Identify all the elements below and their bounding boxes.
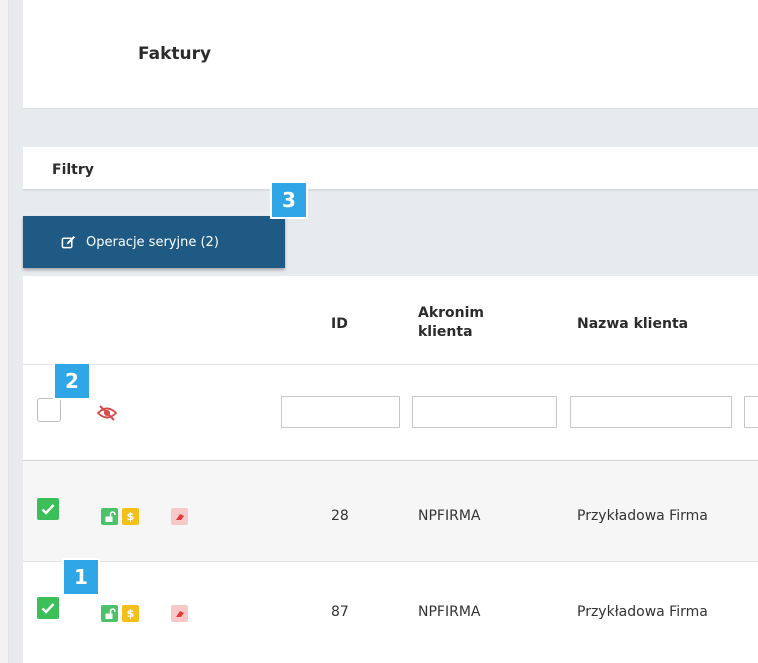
bulk-operations-label: Operacje seryjne (2) [86, 234, 219, 250]
left-rail [0, 0, 8, 663]
column-header-client-name[interactable]: Nazwa klienta [577, 315, 688, 334]
header-panel [23, 0, 758, 109]
dollar-icon[interactable]: $ [122, 508, 139, 525]
cell-acronym: NPFIRMA [418, 604, 481, 620]
eraser-icon[interactable] [171, 605, 188, 622]
eraser-icon[interactable] [171, 508, 188, 525]
cell-id: 87 [331, 604, 349, 620]
row-checkbox[interactable] [37, 498, 59, 520]
filter-input-id[interactable] [281, 396, 400, 428]
filter-input-client-name[interactable] [570, 396, 732, 428]
page-title: Faktury [138, 44, 212, 64]
annotation-badge-3: 3 [272, 183, 306, 217]
cell-acronym: NPFIRMA [418, 508, 481, 524]
unlock-icon[interactable] [101, 605, 118, 622]
column-header-id[interactable]: ID [331, 315, 348, 334]
filter-input-next-column[interactable] [744, 396, 758, 428]
eye-slash-icon[interactable] [96, 405, 118, 425]
column-header-acronym[interactable]: Akronim klienta [418, 304, 523, 342]
cell-id: 28 [331, 508, 349, 524]
row-divider [23, 561, 758, 562]
row-checkbox[interactable] [37, 597, 59, 619]
filters-bar[interactable] [23, 147, 758, 191]
dollar-icon[interactable]: $ [122, 605, 139, 622]
edit-icon [61, 235, 76, 250]
annotation-badge-2: 2 [55, 364, 89, 398]
filters-label[interactable]: Filtry [52, 162, 94, 178]
cell-client-name: Przykładowa Firma [577, 508, 708, 524]
unlock-icon[interactable] [101, 508, 118, 525]
filter-input-acronym[interactable] [412, 396, 557, 428]
bulk-operations-button[interactable]: Operacje seryjne (2) [23, 216, 285, 268]
cell-client-name: Przykładowa Firma [577, 604, 708, 620]
annotation-badge-1: 1 [64, 560, 98, 594]
select-all-checkbox[interactable] [37, 398, 61, 422]
filter-row-divider [23, 364, 758, 365]
